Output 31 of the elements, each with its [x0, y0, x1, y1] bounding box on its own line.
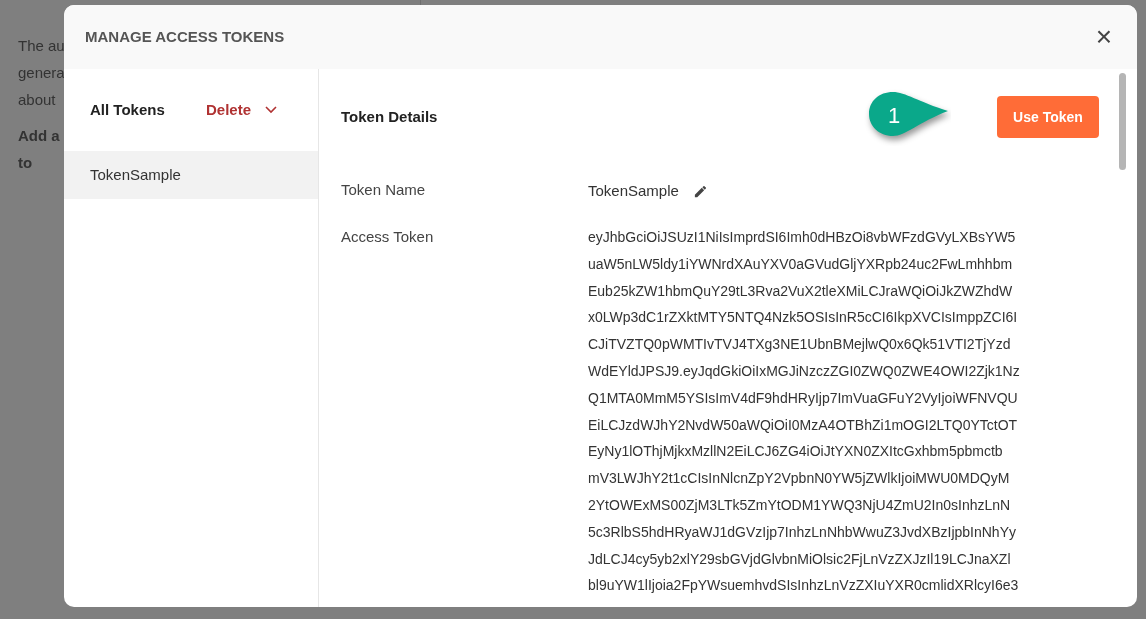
access-token-text: WdEYldJPSJ9.eyJqdGkiOiIxMGJiNzczZGI0ZWQ0ZWE4OWI2Zjk1Nz: [588, 362, 1020, 381]
sidebar-heading: All Tokens: [90, 99, 166, 120]
dialog-title: MANAGE ACCESS TOKENS: [85, 26, 285, 47]
close-button[interactable]: ×: [1092, 25, 1116, 49]
access-token-text: bl9uYW1lIjoia2FpYWsuemhvdSIsInhzLnVzZXIuYXR0cmlidXRlcyI6e3: [588, 576, 1020, 596]
access-token-text: 2YtOWExMS00ZjM3LTk5ZmYtODM1YWQ3NjU4ZmU2In0sInhzLnN: [588, 495, 1012, 515]
chevron-icon[interactable]: [265, 106, 278, 114]
access-token-text: Eub25kZW1hbmQuY29tL3Rva2VuX2tleXMiLCJraWQiOiJkZWZhdW: [588, 281, 1014, 301]
access-token-text: mV3LWJhY2t1cCIsInNlcnZpY2VpbnN0YW5jZWlkIjoiMWU0MDQyM: [588, 469, 1011, 489]
field-label: Access Token: [341, 227, 435, 247]
access-token-text: JdLCJ4cy5yb2xlY29sbGVjdGlvbnMiOlsic2FjLnVzZXJzIl19LCJnaXZl: [588, 549, 1012, 569]
token-name-value: TokenSample: [588, 181, 679, 201]
background-text: to: [18, 153, 34, 173]
token-list-item[interactable]: TokenSample: [64, 151, 318, 199]
access-token-text: CJiTVZTQ0pWMTIvTVJ4TXg3NE1UbnBMejlwQ0x6Qk51VTI2TjYzd: [588, 335, 1012, 355]
access-token-text: uaW5nLW5ldy1iYWNrdXAuYXV0aGVudGljYXRpb24uc2FwLmhhbm: [588, 254, 1014, 274]
delete-button[interactable]: Delete: [206, 98, 252, 122]
scrollbar[interactable]: [1119, 73, 1126, 170]
pencil-icon[interactable]: [692, 183, 708, 199]
background-text: about: [18, 90, 57, 110]
section-heading: Token Details: [341, 106, 439, 127]
field-label: Token Name: [341, 180, 427, 200]
access-token-text: EyNy1lOThjMjkxMzllN2EiLCJ6ZG4iOiJtYXN0ZXItcGxhbm5pbmctb: [588, 442, 1004, 462]
access-token-text: eyJhbGciOiJSUzI1NiIsImprdSI6Imh0dHBzOi8vbWFzdGVyLXBsYW5: [588, 228, 1017, 247]
access-token-text: 5c3RlbS5hdHRyaWJ1dGVzIjp7InhzLnNhbWwuZ3JvdXBzIjpbInNhYy: [588, 522, 1017, 542]
background-text: The au: [18, 36, 65, 56]
access-token-text: EiLCJzdWJhY2NvdW50aWQiOiI0MzA4OTBhZi1mOGI2LTQ0YTctOT: [588, 415, 1019, 435]
access-token-text: Q1MTA0MmM5YSIsImV4dF9hdHRyIjp7ImVuaGFuY2VyIjoiWFNVQU: [588, 388, 1019, 408]
background-text: genera: [18, 63, 65, 83]
background-text: Add a: [18, 126, 61, 146]
access-token-text: x0LWp3dC1rZXktMTY5NTQ4Nzk5OSIsInR5cCI6IkpXVCIsImppZCI6I: [588, 308, 1019, 328]
